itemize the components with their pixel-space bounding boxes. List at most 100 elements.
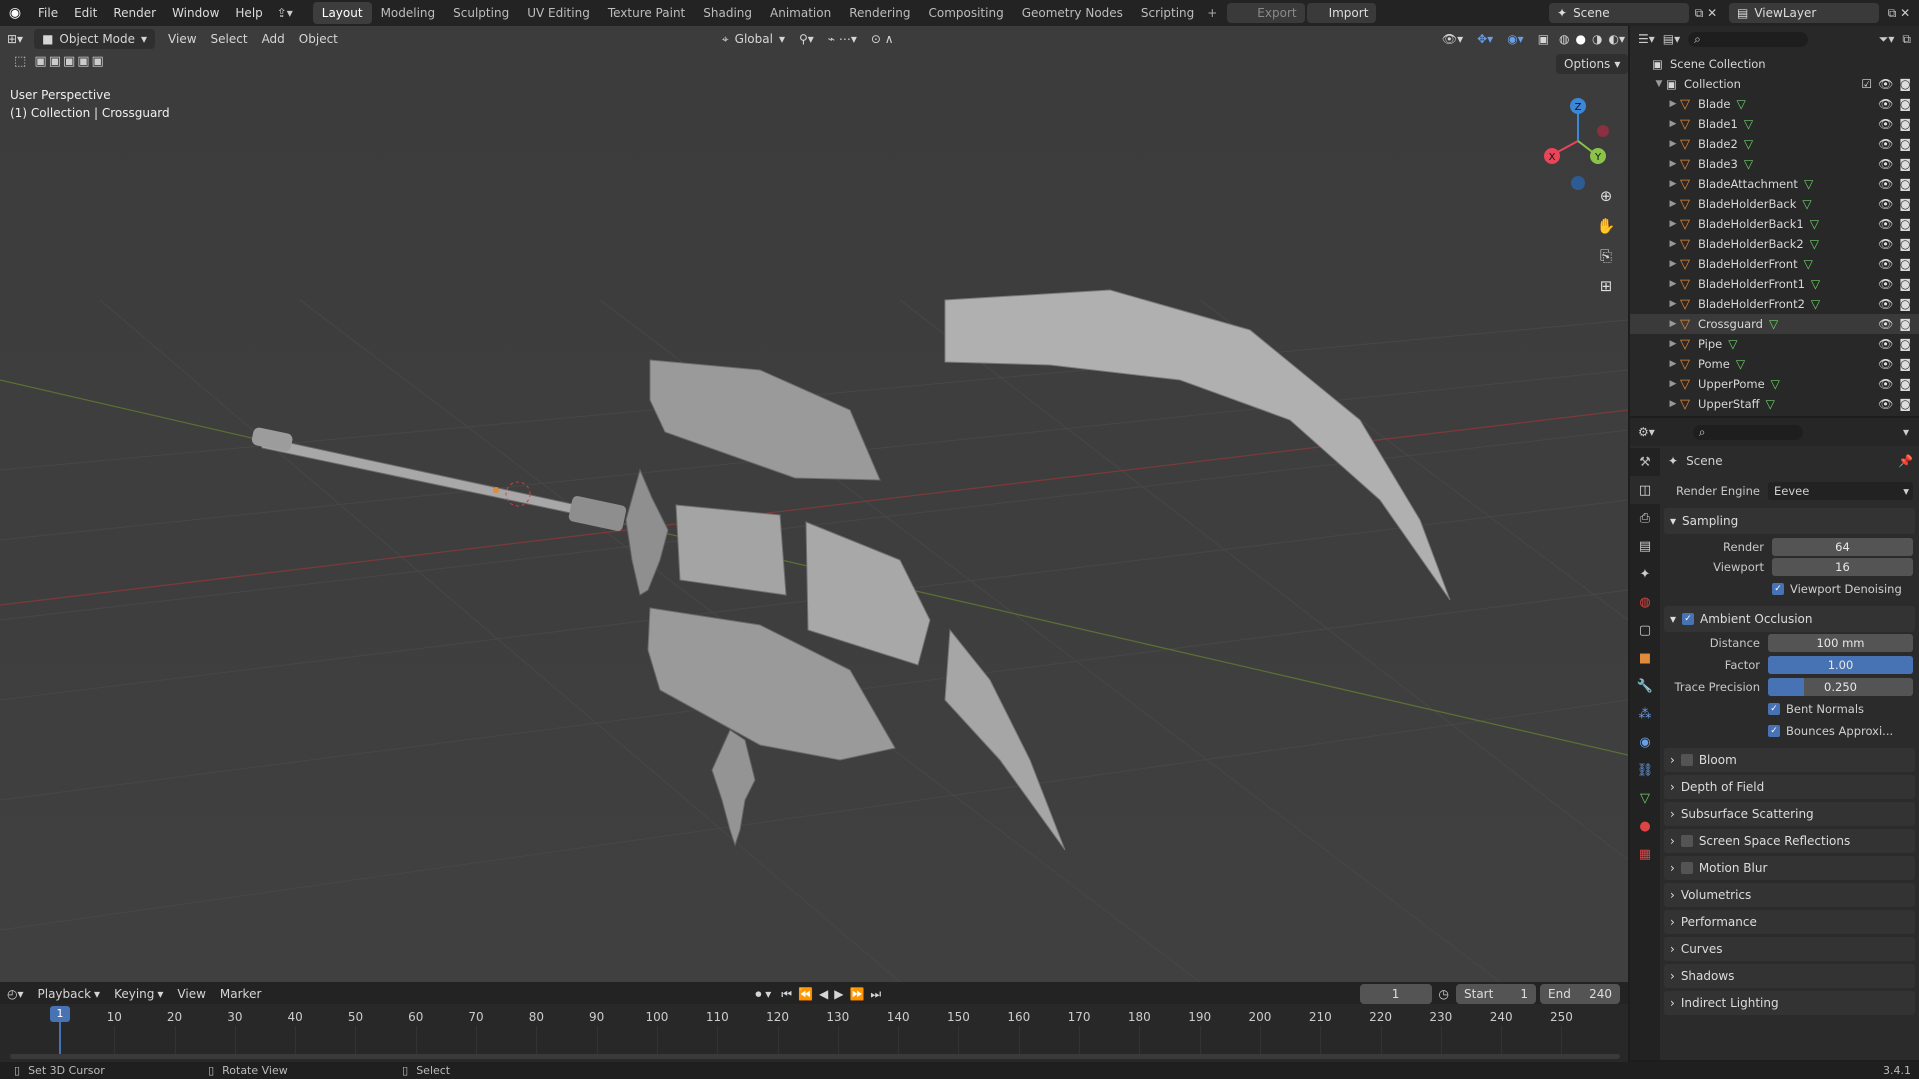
collection-row[interactable]: ▼ ▣ Collection ☑ 👁 ◙: [1630, 74, 1919, 94]
camera-icon[interactable]: ◙: [1899, 217, 1911, 231]
camera-icon[interactable]: ◙: [1899, 157, 1911, 171]
view-menu[interactable]: View: [161, 29, 203, 49]
tab-animation[interactable]: Animation: [761, 2, 840, 24]
marker-menu[interactable]: Marker: [213, 984, 268, 1004]
render-samples-field[interactable]: 64: [1772, 538, 1913, 556]
object-tab-icon[interactable]: ■: [1630, 644, 1660, 672]
zoom-icon[interactable]: ⊕: [1592, 182, 1620, 210]
camera-icon[interactable]: ◙: [1899, 337, 1911, 351]
expand-triangle-icon[interactable]: ▶: [1666, 179, 1680, 189]
expand-triangle-icon[interactable]: ▶: [1666, 239, 1680, 249]
expand-triangle-icon[interactable]: ▶: [1666, 219, 1680, 229]
camera-icon[interactable]: ◙: [1899, 197, 1911, 211]
eye-icon[interactable]: 👁: [1878, 317, 1893, 331]
timeline-editor-icon[interactable]: ◴▾: [0, 984, 31, 1004]
camera-icon[interactable]: ◙: [1899, 297, 1911, 311]
expand-triangle-icon[interactable]: ▶: [1666, 359, 1680, 369]
select-tools[interactable]: ⬚ ▣▣▣▣▣: [14, 54, 106, 69]
viewport-denoising-row[interactable]: ✓ Viewport Denoising: [1668, 578, 1913, 600]
object-mode-dropdown[interactable]: ■ Object Mode ▾: [34, 29, 156, 49]
world-tab-icon[interactable]: ◍: [1630, 588, 1660, 616]
data-tab-icon[interactable]: ▽: [1630, 784, 1660, 812]
eye-icon[interactable]: 👁: [1878, 357, 1893, 371]
outliner-item[interactable]: ▶ ▽ BladeHolderBack ▽ 👁 ◙: [1630, 194, 1919, 214]
camera-icon[interactable]: ◙: [1899, 97, 1911, 111]
start-frame-field[interactable]: Start 1: [1456, 984, 1536, 1004]
eye-icon[interactable]: 👁: [1878, 337, 1893, 351]
next-key-icon[interactable]: ⏩: [846, 984, 867, 1004]
mesh-data-icon[interactable]: ▽: [1769, 317, 1778, 331]
outliner-item[interactable]: ▶ ▽ BladeHolderBack2 ▽ 👁 ◙: [1630, 234, 1919, 254]
tab-modeling[interactable]: Modeling: [372, 2, 445, 24]
collapsed-panel-header[interactable]: › Volumetrics: [1664, 883, 1915, 907]
tab-sculpting[interactable]: Sculpting: [444, 2, 518, 24]
tab-compositing[interactable]: Compositing: [919, 2, 1012, 24]
collapsed-panel-header[interactable]: › Performance: [1664, 910, 1915, 934]
eye-icon[interactable]: 👁: [1878, 217, 1893, 231]
mesh-data-icon[interactable]: ▽: [1766, 397, 1775, 411]
outliner-item[interactable]: ▶ ▽ BladeHolderFront2 ▽ 👁 ◙: [1630, 294, 1919, 314]
scene-tab-icon[interactable]: ✦: [1630, 560, 1660, 588]
camera-icon[interactable]: ◙: [1899, 237, 1911, 251]
mesh-data-icon[interactable]: ▽: [1810, 217, 1819, 231]
camera-icon[interactable]: ◙: [1899, 77, 1911, 91]
expand-triangle-icon[interactable]: ▶: [1666, 119, 1680, 129]
clock-icon[interactable]: ◷: [1432, 984, 1456, 1004]
gizmo-toggle-icon[interactable]: ✥▾: [1470, 29, 1500, 49]
outliner-item[interactable]: ▶ ▽ BladeHolderFront1 ▽ 👁 ◙: [1630, 274, 1919, 294]
3d-viewport[interactable]: ⊞▾ ■ Object Mode ▾ View Select Add Objec…: [0, 26, 1628, 982]
ao-distance-field[interactable]: 100 mm: [1768, 634, 1913, 652]
expand-triangle-icon[interactable]: ▶: [1666, 399, 1680, 409]
material-tab-icon[interactable]: ●: [1630, 812, 1660, 840]
new-collection-icon[interactable]: ⧉: [1902, 32, 1911, 47]
render-engine-dropdown[interactable]: Eevee ▾: [1768, 482, 1913, 500]
tab-layout[interactable]: Layout: [312, 2, 372, 24]
mesh-data-icon[interactable]: ▽: [1736, 357, 1745, 371]
editor-type-icon[interactable]: ⊞▾: [0, 29, 30, 49]
ortho-toggle-icon[interactable]: ⊞: [1592, 272, 1620, 300]
scene-collection-row[interactable]: ▣ Scene Collection: [1630, 54, 1919, 74]
mesh-data-icon[interactable]: ▽: [1744, 137, 1753, 151]
texture-tab-icon[interactable]: ▦: [1630, 840, 1660, 868]
outliner-search-icon[interactable]: ⌕: [1688, 31, 1809, 47]
viewport-samples-field[interactable]: 16: [1772, 558, 1913, 576]
navigation-gizmo[interactable]: Z X Y: [1535, 86, 1615, 196]
panel-checkbox[interactable]: [1680, 862, 1693, 874]
eye-icon[interactable]: 👁: [1878, 237, 1893, 251]
collapsed-panel-header[interactable]: › Indirect Lighting: [1664, 991, 1915, 1015]
tab-uv-editing[interactable]: UV Editing: [518, 2, 599, 24]
timeline-scrollbar[interactable]: [10, 1054, 1620, 1059]
outliner-item[interactable]: ▶ ▽ BladeAttachment ▽ 👁 ◙: [1630, 174, 1919, 194]
expand-triangle-icon[interactable]: ▶: [1666, 279, 1680, 289]
ao-trace-slider[interactable]: 0.250: [1768, 678, 1913, 696]
bent-normals-row[interactable]: ✓ Bent Normals: [1668, 698, 1913, 720]
camera-icon[interactable]: ◙: [1899, 137, 1911, 151]
current-frame-field[interactable]: 1: [1359, 984, 1432, 1004]
mesh-data-icon[interactable]: ▽: [1802, 197, 1811, 211]
eye-icon[interactable]: 👁: [1878, 117, 1893, 131]
pan-hand-icon[interactable]: ✋: [1592, 212, 1620, 240]
outliner-item[interactable]: ▶ ▽ Blade3 ▽ 👁 ◙: [1630, 154, 1919, 174]
visibility-icon[interactable]: 👁▾: [1435, 29, 1470, 49]
expand-triangle-icon[interactable]: ▶: [1666, 339, 1680, 349]
collapsed-panel-header[interactable]: › Shadows: [1664, 964, 1915, 988]
tab-shading[interactable]: Shading: [694, 2, 761, 24]
collapsed-panel-header[interactable]: › Curves: [1664, 937, 1915, 961]
eye-icon[interactable]: 👁: [1878, 297, 1893, 311]
mesh-data-icon[interactable]: ▽: [1744, 157, 1753, 171]
outliner-item[interactable]: ▶ ▽ Blade2 ▽ 👁 ◙: [1630, 134, 1919, 154]
camera-icon[interactable]: ◙: [1899, 357, 1911, 371]
modifier-tab-icon[interactable]: 🔧: [1630, 672, 1660, 700]
eye-icon[interactable]: 👁: [1878, 257, 1893, 271]
eye-icon[interactable]: 👁: [1878, 277, 1893, 291]
eye-icon[interactable]: 👁: [1878, 197, 1893, 211]
export-menu-icon[interactable]: ⇪▾: [271, 6, 299, 20]
bounces-row[interactable]: ✓ Bounces Approxi...: [1668, 720, 1913, 742]
viewport-scene[interactable]: [0, 26, 1628, 982]
mesh-data-icon[interactable]: ▽: [1744, 117, 1753, 131]
menu-render[interactable]: Render: [105, 0, 164, 26]
chevron-down-icon[interactable]: ▾: [1903, 425, 1909, 439]
pin-icon[interactable]: 📌: [1898, 454, 1913, 468]
eye-icon[interactable]: 👁: [1878, 137, 1893, 151]
panel-checkbox[interactable]: [1680, 754, 1693, 766]
